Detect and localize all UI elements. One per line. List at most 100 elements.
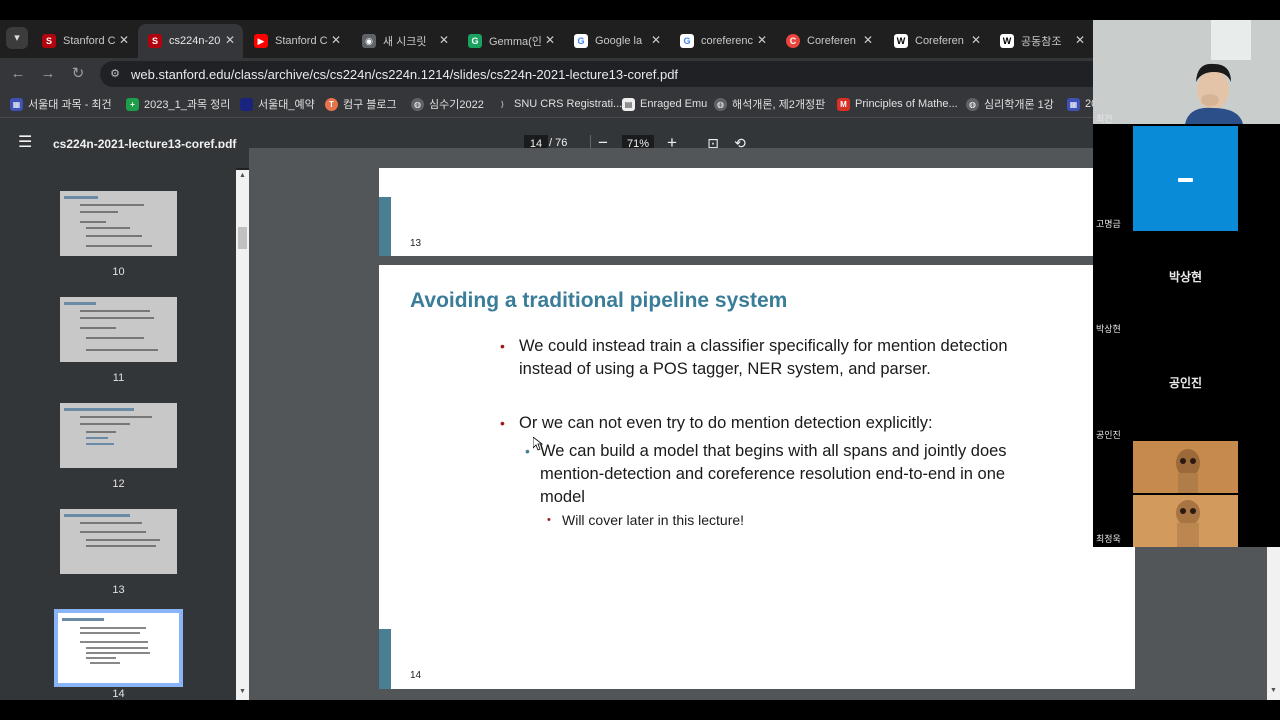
coref-icon: C [786, 34, 800, 48]
url-text: web.stanford.edu/class/archive/cs/cs224n… [131, 67, 679, 82]
close-icon[interactable]: ✕ [863, 33, 873, 47]
bullet-dot: • [500, 338, 505, 354]
thumb-text-line [86, 647, 148, 649]
bookmark-label: Principles of Mathe... [855, 98, 958, 110]
stanford-icon: S [42, 34, 56, 48]
tab-google-2[interactable]: G coreferenc ✕ [670, 24, 775, 58]
thumbnail-page-active[interactable] [54, 609, 183, 687]
bookmark-label: 서울대 과목 - 최건 [28, 99, 112, 111]
scrollbar-thumb[interactable] [238, 227, 247, 249]
tab-incognito[interactable]: ◉ 새 시크릿 ✕ [352, 24, 457, 58]
close-icon[interactable]: ✕ [119, 33, 129, 47]
thumbnail-label: 12 [112, 478, 125, 490]
site-info-icon[interactable]: ⚙ [108, 67, 122, 81]
tab-coref[interactable]: C Coreferen ✕ [776, 24, 881, 58]
google-icon: G [680, 34, 694, 48]
close-icon[interactable]: ✕ [331, 33, 341, 47]
forward-icon[interactable]: → [37, 63, 59, 85]
sub-bullet: • We can build a model that begins with … [525, 440, 1020, 509]
thumb-text-line [80, 522, 142, 524]
thumbnail-page[interactable] [60, 191, 177, 256]
thumb-text-line [86, 349, 158, 351]
scroll-down-icon[interactable]: ▼ [1267, 685, 1280, 697]
close-icon[interactable]: ✕ [757, 33, 767, 47]
youtube-icon: ▶ [254, 34, 268, 48]
thumb-text-line [80, 327, 116, 329]
minus-icon [1178, 178, 1193, 182]
tab-stanford-1[interactable]: S Stanford C ✕ [32, 24, 137, 58]
tab-bar: ▾ S Stanford C ✕ S cs224n-20 ✕ ▶ Stanfor… [0, 20, 1093, 58]
thumb-title-line [64, 302, 96, 305]
scroll-down-icon[interactable]: ▼ [236, 686, 249, 698]
app-icon: ▦ [10, 97, 23, 111]
participant-name: 박상현 [1096, 324, 1121, 334]
bookmark-label: SNU CRS Registrati... [514, 98, 623, 110]
participant-name: 최건 [1096, 114, 1113, 124]
bookmark-item[interactable]: ◍ 해석개론, 제2개정판 [714, 96, 825, 112]
bullet-1: • We could instead train a classifier sp… [500, 335, 1029, 381]
bookmark-item[interactable]: ◍ 심리학개론 1강 [966, 96, 1054, 112]
participant-video: 최건 [1093, 20, 1280, 124]
meerkat-image [1133, 495, 1238, 547]
slide-number: 13 [410, 238, 422, 249]
tab-wikipedia-1[interactable]: W Coreferen ✕ [884, 24, 989, 58]
thumb-title-line [62, 618, 104, 621]
address-bar[interactable]: ⚙ web.stanford.edu/class/archive/cs/cs22… [100, 61, 1093, 87]
thumbnail-page[interactable] [60, 509, 177, 574]
thumbnail-label: 14 [112, 688, 125, 700]
thumb-text-line [80, 310, 150, 312]
participant-tile: 공인진 [1133, 374, 1238, 434]
back-icon[interactable]: ← [7, 63, 29, 85]
bookmark-item[interactable]: 서울대_예약 [240, 96, 315, 112]
thumb-title-line [64, 408, 134, 411]
slide-title: Avoiding a traditional pipeline system [410, 289, 788, 312]
thumb-text-line [90, 662, 120, 664]
thumb-text-line [80, 627, 146, 629]
close-icon[interactable]: ✕ [545, 33, 555, 47]
close-icon[interactable]: ✕ [971, 33, 981, 47]
participant-tile-muted [1133, 126, 1238, 231]
bookmark-item[interactable]: ▦ 서울대 과목 - 최건 [10, 96, 112, 112]
bookmark-item[interactable]: T 컴구 블로그 [325, 96, 397, 112]
close-icon[interactable]: ✕ [225, 33, 235, 47]
close-icon[interactable]: ✕ [439, 33, 449, 47]
sheets-icon: + [126, 97, 139, 111]
google-icon: G [574, 34, 588, 48]
thumb-text-line [86, 245, 152, 247]
thumb-text-line [86, 235, 142, 237]
sidebar-scrollbar[interactable]: ▲ ▼ [236, 170, 249, 700]
bookmark-item[interactable]: ⟩ SNU CRS Registrati... [496, 96, 622, 112]
close-icon[interactable]: ✕ [651, 33, 661, 47]
bookmark-label: 컴구 블로그 [343, 99, 397, 111]
tab-google-1[interactable]: G Google la ✕ [564, 24, 669, 58]
tab-gemma[interactable]: G Gemma(인 ✕ [458, 24, 563, 58]
bookmark-item[interactable]: M Principles of Mathe... [837, 96, 958, 112]
thumb-text-line [80, 211, 118, 213]
page-scrollbar[interactable]: ▼ [1267, 547, 1280, 700]
bookmark-item[interactable]: ▤ Enraged Emu [622, 96, 707, 112]
meerkat-icon [1133, 441, 1238, 493]
thumbnail-page[interactable] [60, 403, 177, 468]
participant-tile: 박상현 [1133, 268, 1238, 328]
bookmark-item[interactable]: +2023_1_과목 정리 [126, 96, 230, 112]
globe-icon: ◍ [966, 97, 979, 111]
bookmark-icon: ▦ [1067, 97, 1080, 111]
participant-name: 고명금 [1096, 219, 1121, 229]
reload-icon[interactable]: ↻ [67, 63, 89, 85]
bookmark-item[interactable]: ◍ 심수기2022 [411, 96, 484, 112]
thumbnail-label-partial [60, 148, 177, 158]
bookmark-label: 해석개론, 제2개정판 [732, 99, 826, 111]
tab-cs224n[interactable]: S cs224n-20 ✕ [138, 24, 243, 58]
tab-youtube[interactable]: ▶ Stanford C ✕ [244, 24, 349, 58]
thumb-text-line [80, 531, 146, 533]
scroll-up-icon[interactable]: ▲ [236, 170, 249, 182]
thumb-text-line [86, 431, 116, 433]
gmail-icon: M [837, 97, 850, 111]
thumbnail-page[interactable] [60, 297, 177, 362]
pdf-viewport[interactable]: 13 Avoiding a traditional pipeline syste… [249, 148, 1093, 700]
thumb-text-line [80, 204, 144, 206]
tab-wikipedia-2[interactable]: W 공동참조 ✕ [990, 24, 1093, 58]
tab-search-icon[interactable]: ▾ [6, 27, 28, 49]
close-icon[interactable]: ✕ [1075, 33, 1085, 47]
tile-name: 박상현 [1168, 270, 1203, 284]
